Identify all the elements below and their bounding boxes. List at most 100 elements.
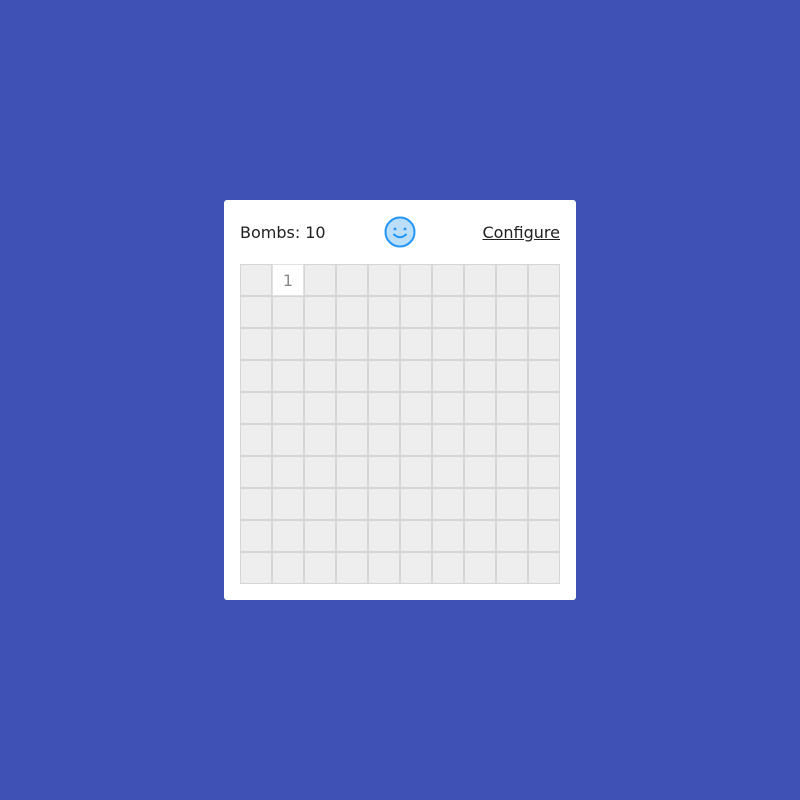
hidden-cell[interactable] (400, 488, 432, 520)
hidden-cell[interactable] (496, 488, 528, 520)
hidden-cell[interactable] (336, 552, 368, 584)
hidden-cell[interactable] (336, 392, 368, 424)
hidden-cell[interactable] (240, 456, 272, 488)
hidden-cell[interactable] (496, 392, 528, 424)
hidden-cell[interactable] (528, 488, 560, 520)
hidden-cell[interactable] (336, 424, 368, 456)
hidden-cell[interactable] (240, 424, 272, 456)
hidden-cell[interactable] (240, 264, 272, 296)
revealed-cell[interactable]: 1 (272, 264, 304, 296)
hidden-cell[interactable] (240, 392, 272, 424)
hidden-cell[interactable] (432, 520, 464, 552)
hidden-cell[interactable] (240, 552, 272, 584)
hidden-cell[interactable] (400, 328, 432, 360)
hidden-cell[interactable] (304, 296, 336, 328)
hidden-cell[interactable] (432, 328, 464, 360)
hidden-cell[interactable] (400, 520, 432, 552)
hidden-cell[interactable] (432, 424, 464, 456)
hidden-cell[interactable] (272, 488, 304, 520)
hidden-cell[interactable] (272, 424, 304, 456)
hidden-cell[interactable] (304, 392, 336, 424)
hidden-cell[interactable] (368, 552, 400, 584)
hidden-cell[interactable] (272, 392, 304, 424)
hidden-cell[interactable] (240, 328, 272, 360)
hidden-cell[interactable] (496, 456, 528, 488)
hidden-cell[interactable] (304, 488, 336, 520)
hidden-cell[interactable] (272, 552, 304, 584)
hidden-cell[interactable] (240, 360, 272, 392)
hidden-cell[interactable] (464, 552, 496, 584)
hidden-cell[interactable] (400, 424, 432, 456)
hidden-cell[interactable] (272, 296, 304, 328)
hidden-cell[interactable] (400, 552, 432, 584)
hidden-cell[interactable] (304, 456, 336, 488)
hidden-cell[interactable] (432, 456, 464, 488)
hidden-cell[interactable] (496, 360, 528, 392)
hidden-cell[interactable] (336, 264, 368, 296)
hidden-cell[interactable] (304, 424, 336, 456)
hidden-cell[interactable] (336, 296, 368, 328)
hidden-cell[interactable] (464, 296, 496, 328)
hidden-cell[interactable] (368, 424, 400, 456)
hidden-cell[interactable] (464, 424, 496, 456)
hidden-cell[interactable] (272, 360, 304, 392)
hidden-cell[interactable] (336, 520, 368, 552)
hidden-cell[interactable] (432, 488, 464, 520)
hidden-cell[interactable] (336, 456, 368, 488)
hidden-cell[interactable] (432, 296, 464, 328)
hidden-cell[interactable] (368, 296, 400, 328)
hidden-cell[interactable] (304, 328, 336, 360)
hidden-cell[interactable] (528, 552, 560, 584)
hidden-cell[interactable] (240, 296, 272, 328)
hidden-cell[interactable] (496, 424, 528, 456)
hidden-cell[interactable] (272, 520, 304, 552)
hidden-cell[interactable] (432, 264, 464, 296)
hidden-cell[interactable] (464, 488, 496, 520)
reset-game-button[interactable] (384, 216, 416, 248)
hidden-cell[interactable] (336, 488, 368, 520)
hidden-cell[interactable] (432, 552, 464, 584)
hidden-cell[interactable] (464, 328, 496, 360)
hidden-cell[interactable] (368, 392, 400, 424)
hidden-cell[interactable] (496, 264, 528, 296)
hidden-cell[interactable] (400, 360, 432, 392)
hidden-cell[interactable] (368, 520, 400, 552)
hidden-cell[interactable] (528, 296, 560, 328)
hidden-cell[interactable] (272, 456, 304, 488)
hidden-cell[interactable] (528, 456, 560, 488)
hidden-cell[interactable] (496, 296, 528, 328)
hidden-cell[interactable] (240, 520, 272, 552)
hidden-cell[interactable] (464, 264, 496, 296)
hidden-cell[interactable] (528, 264, 560, 296)
hidden-cell[interactable] (304, 264, 336, 296)
hidden-cell[interactable] (368, 456, 400, 488)
configure-link[interactable]: Configure (482, 223, 560, 242)
hidden-cell[interactable] (528, 424, 560, 456)
hidden-cell[interactable] (528, 360, 560, 392)
hidden-cell[interactable] (336, 328, 368, 360)
hidden-cell[interactable] (304, 520, 336, 552)
hidden-cell[interactable] (336, 360, 368, 392)
hidden-cell[interactable] (368, 264, 400, 296)
hidden-cell[interactable] (432, 392, 464, 424)
hidden-cell[interactable] (464, 456, 496, 488)
hidden-cell[interactable] (464, 392, 496, 424)
hidden-cell[interactable] (528, 328, 560, 360)
hidden-cell[interactable] (432, 360, 464, 392)
hidden-cell[interactable] (496, 520, 528, 552)
hidden-cell[interactable] (496, 328, 528, 360)
hidden-cell[interactable] (272, 328, 304, 360)
hidden-cell[interactable] (368, 328, 400, 360)
hidden-cell[interactable] (368, 360, 400, 392)
hidden-cell[interactable] (528, 392, 560, 424)
hidden-cell[interactable] (400, 392, 432, 424)
hidden-cell[interactable] (528, 520, 560, 552)
hidden-cell[interactable] (464, 520, 496, 552)
hidden-cell[interactable] (400, 264, 432, 296)
hidden-cell[interactable] (368, 488, 400, 520)
hidden-cell[interactable] (304, 360, 336, 392)
hidden-cell[interactable] (400, 296, 432, 328)
hidden-cell[interactable] (464, 360, 496, 392)
hidden-cell[interactable] (400, 456, 432, 488)
hidden-cell[interactable] (304, 552, 336, 584)
